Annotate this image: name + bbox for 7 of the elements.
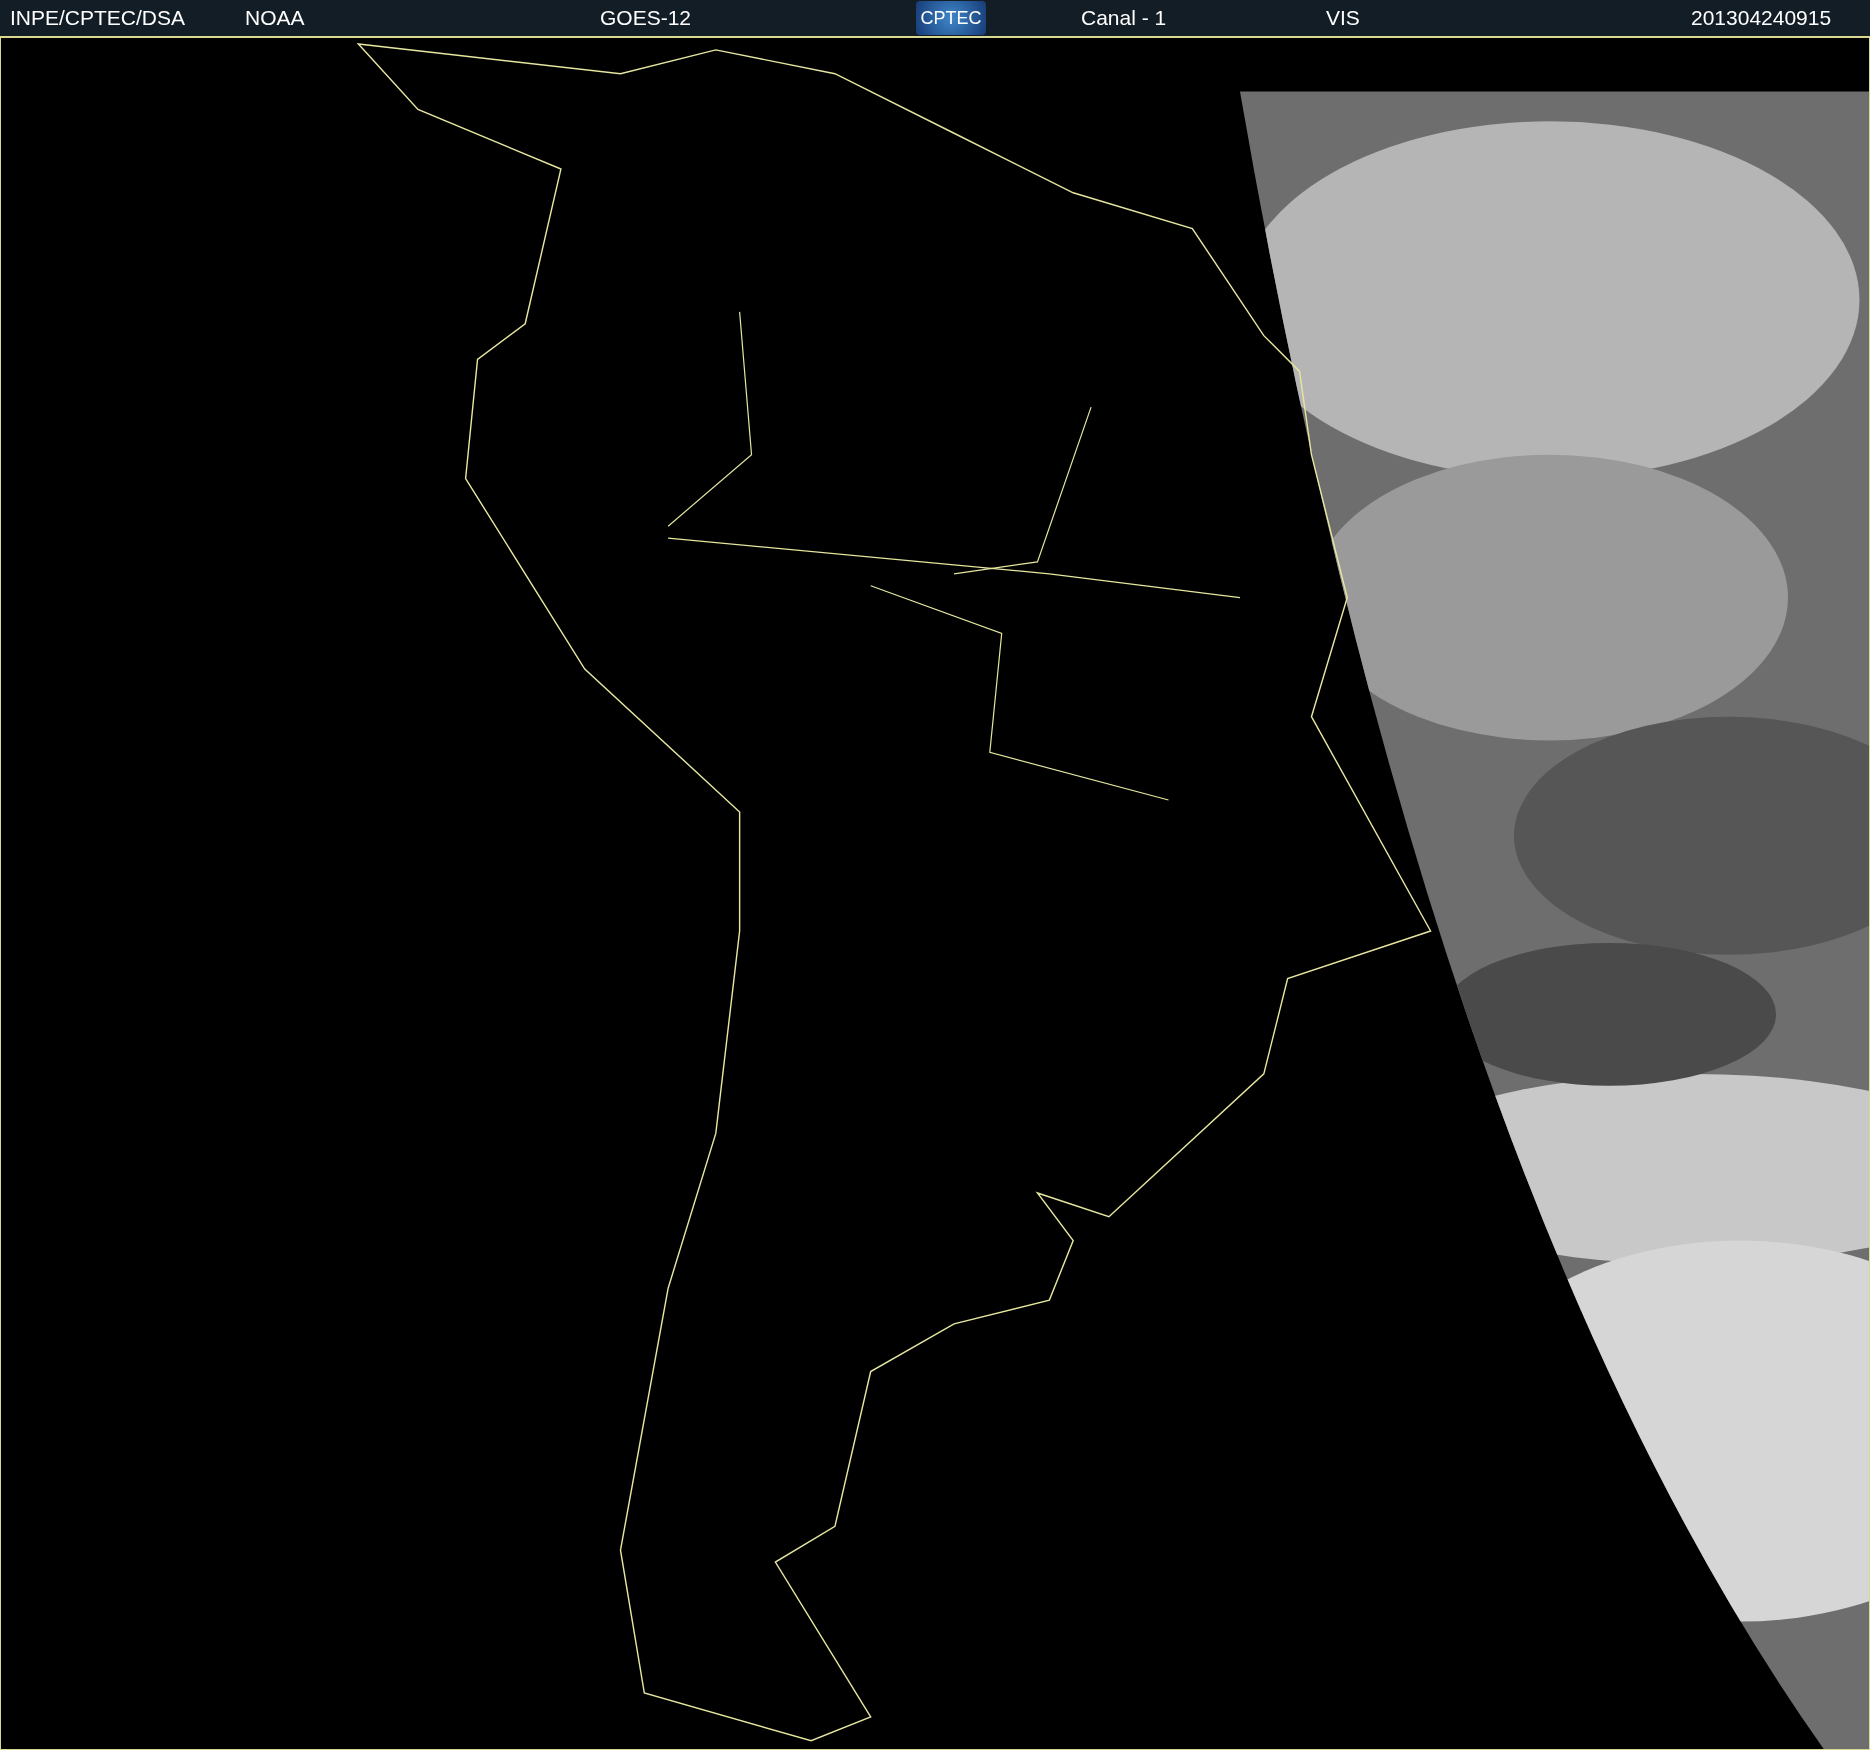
agency-label: NOAA (245, 5, 306, 32)
source-label: INPE/CPTEC/DSA (10, 5, 187, 32)
timestamp-label: 201304240915 (1691, 5, 1832, 32)
satellite-label: GOES-12 (600, 5, 693, 32)
channel-label: Canal - 1 (1081, 5, 1168, 32)
logo: CPTEC (916, 1, 986, 35)
band-label: VIS (1326, 5, 1361, 32)
